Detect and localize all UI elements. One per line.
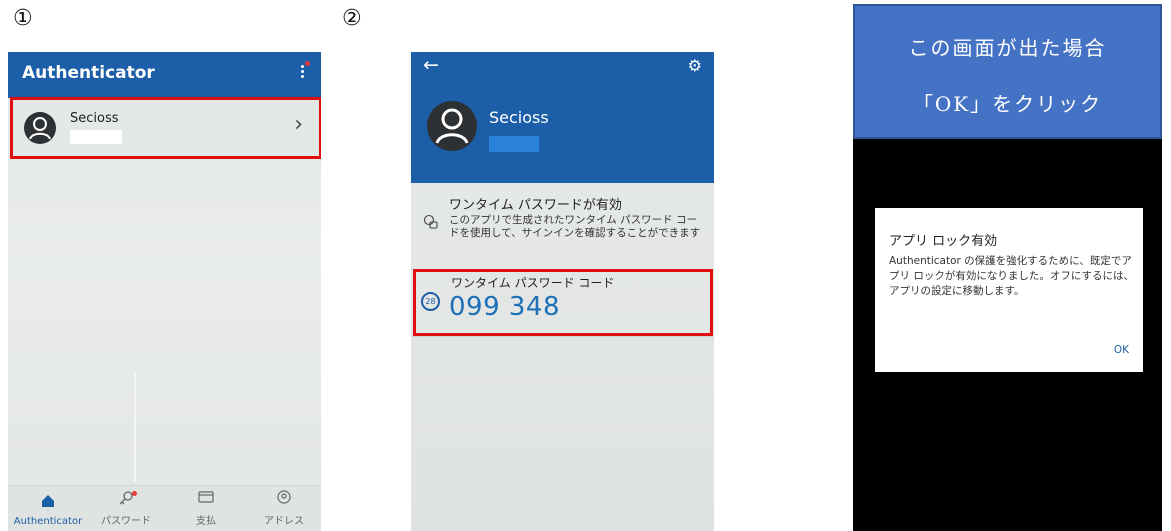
back-arrow-icon[interactable]: ← <box>423 54 439 76</box>
nav-label: パスワード <box>101 516 151 527</box>
notification-dot <box>132 491 137 496</box>
nav-item-addresses[interactable]: アドレス <box>244 490 321 527</box>
bottom-navigation: Authenticator パスワード 支払 アドレス <box>8 485 321 531</box>
nav-item-authenticator[interactable]: Authenticator <box>8 494 88 527</box>
card-icon <box>166 490 246 512</box>
instruction-banner: この画面が出た場合 「OK」をクリック <box>853 4 1162 139</box>
step-marker-2: ② <box>342 6 362 31</box>
otp-enabled-title: ワンタイム パスワードが有効 <box>449 198 622 213</box>
account-email-redacted <box>489 136 539 152</box>
home-icon <box>8 494 88 516</box>
highlight-box-account <box>10 97 321 159</box>
authenticator-home-screen: Authenticator Secioss › Authenticator パス… <box>8 52 321 531</box>
nav-item-payments[interactable]: 支払 <box>166 490 246 527</box>
location-icon <box>244 490 321 512</box>
highlight-box-code <box>413 269 713 336</box>
glare-line <box>134 372 136 482</box>
more-options-icon[interactable] <box>301 61 310 83</box>
dialog-body: Authenticator の保護を強化するために、既定でアプリ ロックが有効に… <box>889 255 1134 297</box>
gear-icon[interactable]: ⚙ <box>688 56 702 75</box>
person-icon <box>435 108 469 144</box>
step-marker-1: ① <box>13 6 33 31</box>
otp-enabled-description: このアプリで生成されたワンタイム パスワード コードを使用して、サインインを確認… <box>449 214 701 239</box>
key-icon <box>86 490 166 512</box>
nav-label: Authenticator <box>13 516 83 527</box>
app-lock-dialog-screen: この画面が出た場合 「OK」をクリック アプリ ロック有効 Authentica… <box>853 4 1162 531</box>
app-bar: Authenticator <box>8 52 321 98</box>
banner-line-1: この画面が出た場合 <box>908 36 1107 60</box>
nav-item-passwords[interactable]: パスワード <box>86 490 166 527</box>
account-header: ← ⚙ Secioss <box>411 52 714 183</box>
banner-line-2: 「OK」をクリック <box>912 92 1103 116</box>
divider <box>411 336 714 337</box>
otp-info-icon <box>423 214 439 234</box>
app-lock-dialog: アプリ ロック有効 Authenticator の保護を強化するために、既定でア… <box>875 208 1143 372</box>
nav-label: 支払 <box>196 516 216 527</box>
account-name: Secioss <box>489 108 549 127</box>
app-title: Authenticator <box>22 63 155 83</box>
ok-button[interactable]: OK <box>1114 344 1129 356</box>
dialog-title: アプリ ロック有効 <box>889 234 998 249</box>
notification-dot <box>305 61 310 66</box>
avatar <box>427 101 477 151</box>
account-detail-screen: ← ⚙ Secioss ワンタイム パスワードが有効 このアプリで生成されたワン… <box>411 52 714 531</box>
nav-label: アドレス <box>264 516 304 527</box>
